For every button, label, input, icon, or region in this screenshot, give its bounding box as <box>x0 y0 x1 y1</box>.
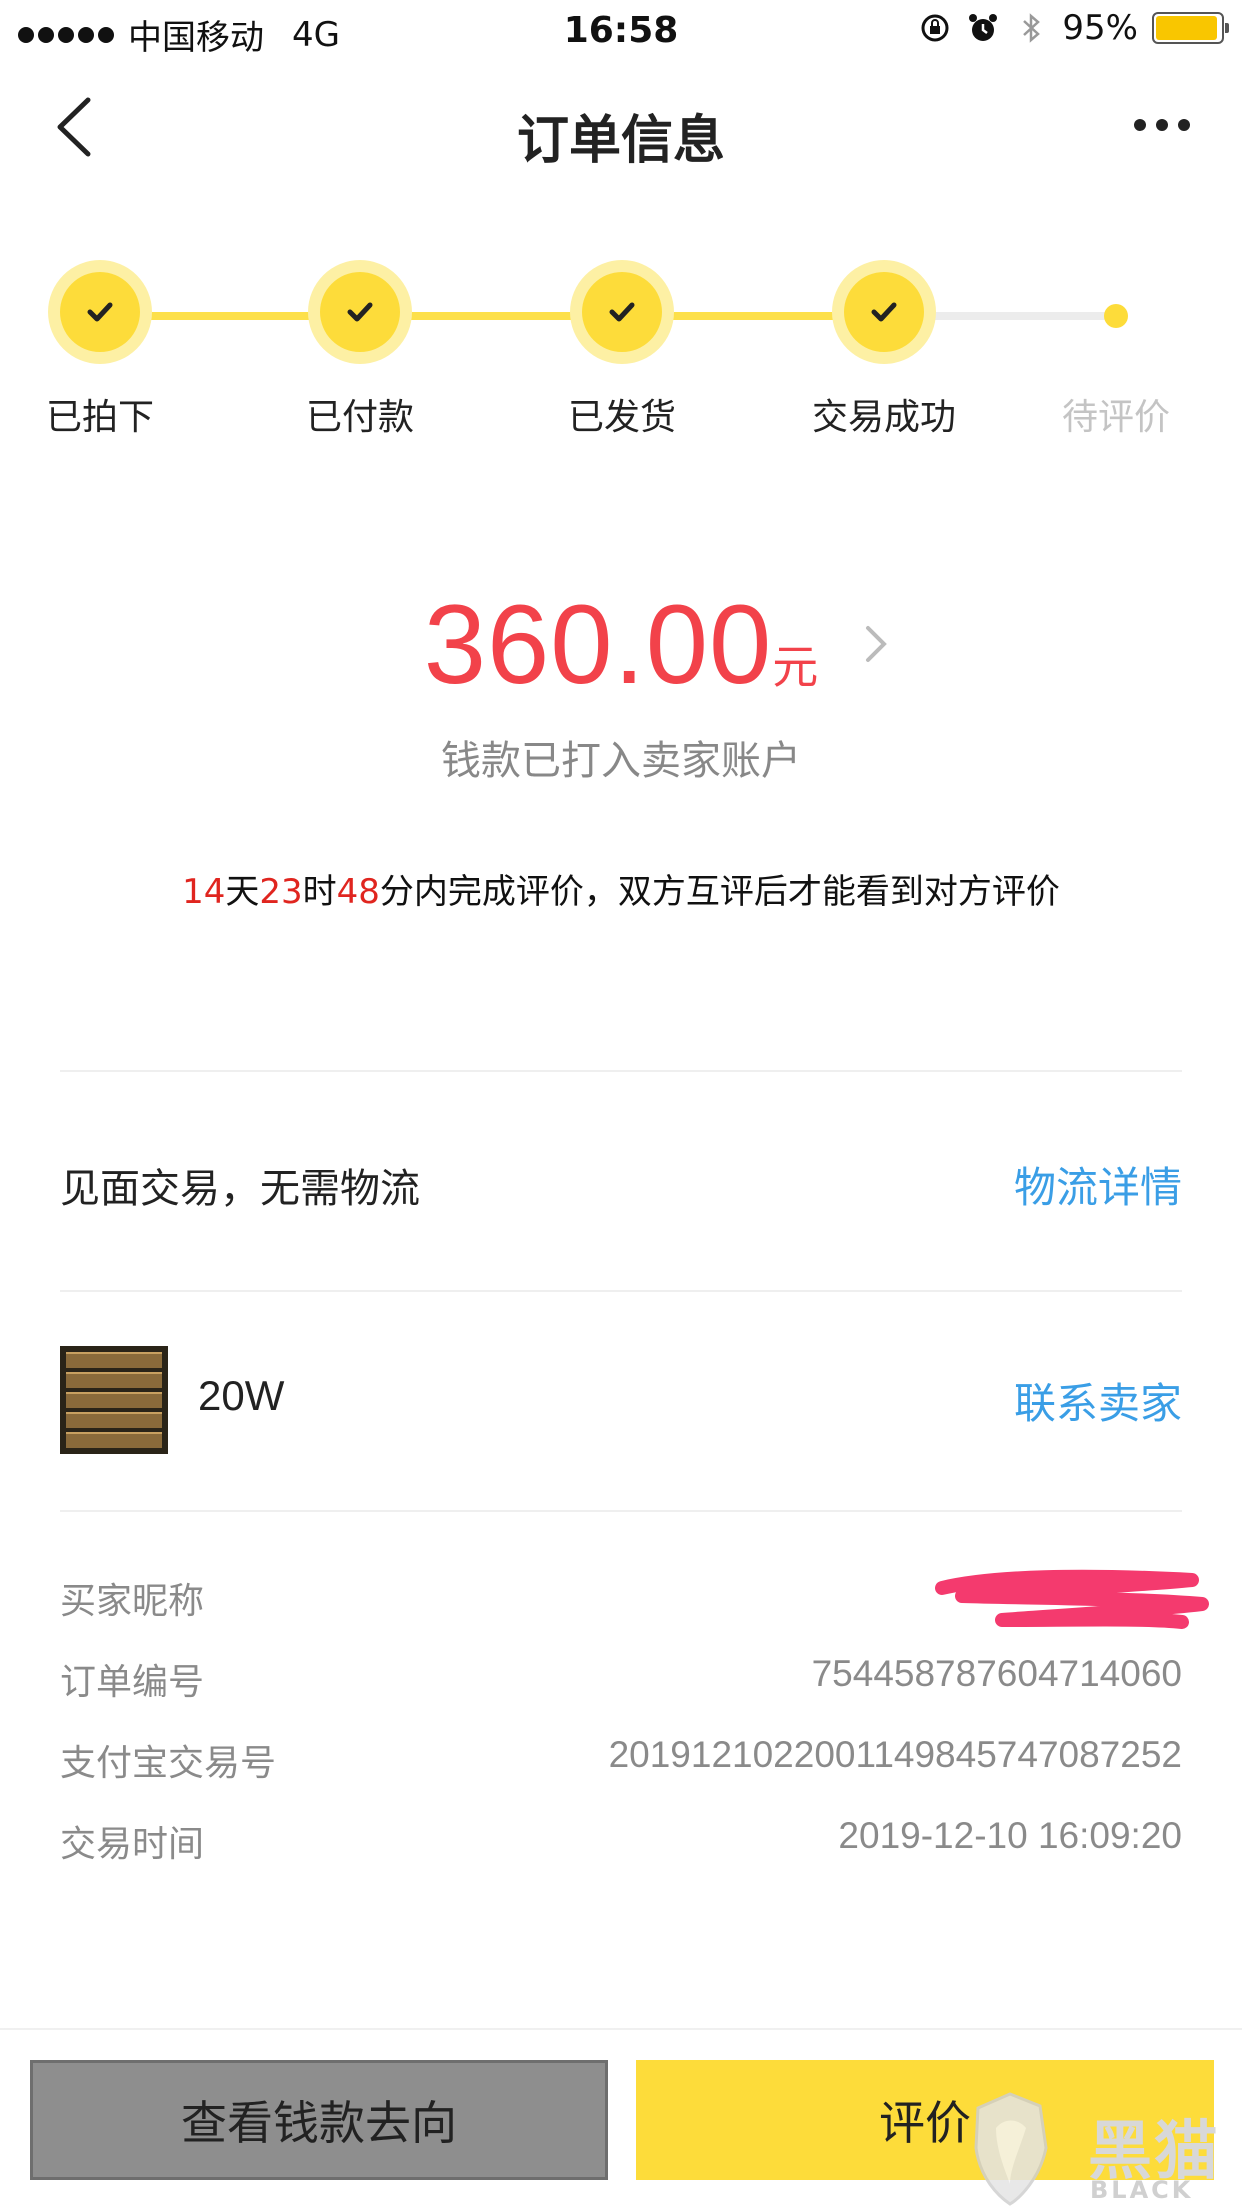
watermark-subtext: BLACK CAT <box>1090 2176 1194 2208</box>
info-label: 订单编号 <box>60 1662 205 1703</box>
alarm-icon <box>969 14 998 41</box>
dot-icon <box>1156 119 1168 131</box>
info-value: 2019121022001149845747087252 <box>608 1734 1182 1775</box>
step-node-done <box>832 260 936 364</box>
product-name: 20W <box>198 1372 285 1419</box>
logistics-details-link[interactable]: 物流详情 <box>1014 1154 1182 1215</box>
bluetooth-icon <box>1023 13 1041 43</box>
step-node-done <box>570 260 674 364</box>
amount-summary[interactable]: 360.00元 <box>0 580 1242 710</box>
logistics-text: 见面交易，无需物流 <box>60 1166 420 1212</box>
logistics-row: 见面交易，无需物流 物流详情 <box>60 1070 1182 1290</box>
step-label-pending: 待评价 <box>1061 397 1170 438</box>
deadline-hours: 23 <box>259 872 303 912</box>
info-value: 754458787604714060 <box>811 1653 1182 1694</box>
battery-percent: 95% <box>1062 8 1138 48</box>
dot-icon <box>1178 119 1190 131</box>
deadline-minutes: 48 <box>336 872 380 912</box>
deadline-days-unit: 天 <box>225 872 260 912</box>
page-title: 订单信息 <box>516 111 725 171</box>
step-node-done <box>48 260 152 364</box>
product-thumbnail[interactable] <box>60 1346 168 1454</box>
amount-value: 360.00 <box>423 582 773 707</box>
status-bar: 中国移动 4G 16:58 95% <box>0 0 1242 60</box>
product-row[interactable]: 20W 联系卖家 <box>60 1292 1182 1510</box>
amount-unit: 元 <box>772 640 819 694</box>
check-icon <box>347 302 373 322</box>
info-value: 2019-12-10 16:09:20 <box>838 1815 1182 1856</box>
step-label: 已拍下 <box>45 397 154 438</box>
deadline-text: 分内完成评价，双方互评后才能看到对方评价 <box>379 872 1060 912</box>
deadline-hours-unit: 时 <box>302 872 337 912</box>
nav-bar: 订单信息 <box>0 60 1242 190</box>
check-icon <box>609 302 635 322</box>
check-icon <box>87 302 113 322</box>
contact-seller-link[interactable]: 联系卖家 <box>1014 1370 1182 1431</box>
rotation-lock-icon <box>921 14 949 42</box>
info-row-order-number: 订单编号 754458787604714060 <box>60 1641 1182 1722</box>
amount-note: 钱款已打入卖家账户 <box>441 738 801 784</box>
info-label: 买家昵称 <box>60 1581 205 1622</box>
divider <box>60 1510 1182 1512</box>
step-node-done <box>308 260 412 364</box>
review-deadline: 14天23时48分内完成评价，双方互评后才能看到对方评价 <box>0 864 1242 913</box>
chevron-right-icon <box>866 626 887 662</box>
view-funds-button[interactable]: 查看钱款去向 <box>30 2060 608 2180</box>
info-row-alipay-number: 支付宝交易号 2019121022001149845747087252 <box>60 1722 1182 1803</box>
info-label: 交易时间 <box>60 1824 205 1865</box>
step-label: 已发货 <box>567 397 676 438</box>
order-details: 买家昵称 订单编号 754458787604714060 支付宝交易号 2019… <box>60 1560 1209 1884</box>
info-label: 支付宝交易号 <box>60 1743 277 1784</box>
step-node-pending <box>1104 304 1128 328</box>
battery-level <box>1156 16 1217 40</box>
step-label: 已付款 <box>305 397 414 438</box>
step-label: 交易成功 <box>811 397 956 438</box>
redaction-scribble <box>935 1569 1209 1629</box>
deadline-days: 14 <box>182 872 226 912</box>
status-right: 95% <box>918 8 1229 48</box>
info-row-trade-time: 交易时间 2019-12-10 16:09:20 <box>60 1803 1182 1884</box>
check-icon <box>871 302 897 322</box>
info-row-buyer: 买家昵称 <box>60 1560 1209 1641</box>
order-progress: 已拍下 已付款 已发货 交易成功 待评价 <box>0 260 1242 460</box>
dot-icon <box>1134 119 1146 131</box>
more-options-button[interactable] <box>1122 100 1202 150</box>
battery-icon <box>1152 12 1229 44</box>
